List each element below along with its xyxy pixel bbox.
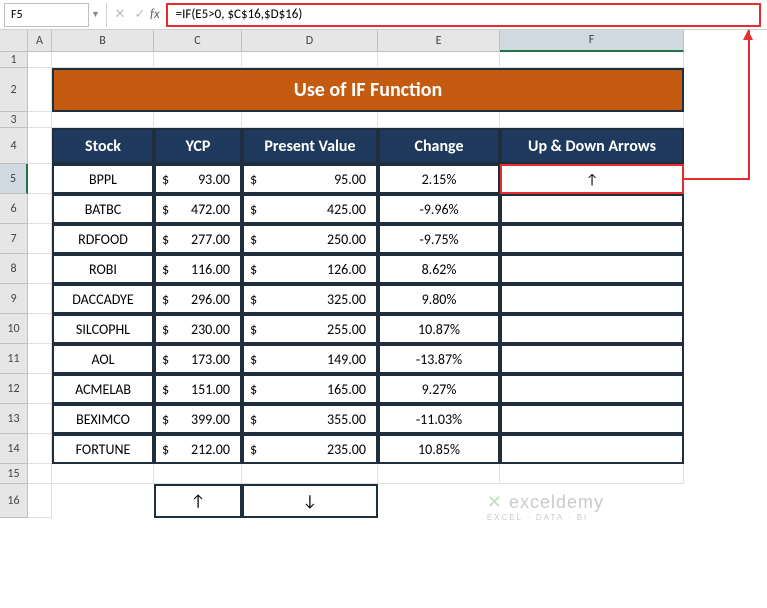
cell-stock[interactable]: FORTUNE bbox=[52, 434, 154, 464]
header-change[interactable]: Change bbox=[378, 128, 500, 164]
callout-arrowhead-icon bbox=[743, 30, 753, 40]
name-box-dropdown-icon[interactable]: ▼ bbox=[91, 9, 103, 20]
select-all-corner[interactable] bbox=[0, 30, 28, 52]
cell-ycp[interactable]: $277.00 bbox=[154, 224, 242, 254]
row-header-13[interactable]: 13 bbox=[0, 404, 28, 434]
cell-ycp[interactable]: $151.00 bbox=[154, 374, 242, 404]
cell-arrow[interactable] bbox=[500, 374, 684, 404]
up-arrow-ref-cell[interactable]: ↑ bbox=[154, 484, 242, 518]
cell-ycp[interactable]: $93.00 bbox=[154, 164, 242, 194]
col-header-B[interactable]: B bbox=[52, 30, 154, 52]
cell-present[interactable]: $325.00 bbox=[242, 284, 378, 314]
row-header-7[interactable]: 7 bbox=[0, 224, 28, 254]
cell-change[interactable]: -11.03% bbox=[378, 404, 500, 434]
cell-stock[interactable]: BPPL bbox=[52, 164, 154, 194]
cell-change[interactable]: 10.87% bbox=[378, 314, 500, 344]
row-header-10[interactable]: 10 bbox=[0, 314, 28, 344]
cell-arrow[interactable] bbox=[500, 434, 684, 464]
header-stock[interactable]: Stock bbox=[52, 128, 154, 164]
cell-ycp[interactable]: $116.00 bbox=[154, 254, 242, 284]
cell-present[interactable]: $355.00 bbox=[242, 404, 378, 434]
cell-present[interactable]: $235.00 bbox=[242, 434, 378, 464]
title-cell[interactable]: Use of IF Function bbox=[52, 68, 684, 112]
cell-arrow[interactable] bbox=[500, 194, 684, 224]
divider bbox=[106, 3, 107, 27]
row-header-4[interactable]: 4 bbox=[0, 128, 28, 164]
formula-bar: F5 ▼ ✕ ✓ fx =IF(E5>0, $C$16,$D$16) bbox=[0, 0, 767, 30]
cell-present[interactable]: $255.00 bbox=[242, 314, 378, 344]
col-header-D[interactable]: D bbox=[242, 30, 378, 52]
cell-present[interactable]: $250.00 bbox=[242, 224, 378, 254]
cell-stock[interactable]: AOL bbox=[52, 344, 154, 374]
col-header-E[interactable]: E bbox=[378, 30, 500, 52]
cell-arrow[interactable] bbox=[500, 254, 684, 284]
cell-ycp[interactable]: $173.00 bbox=[154, 344, 242, 374]
cell-arrow[interactable] bbox=[500, 404, 684, 434]
cell-ycp[interactable]: $230.00 bbox=[154, 314, 242, 344]
header-arrows[interactable]: Up & Down Arrows bbox=[500, 128, 684, 164]
cell-present[interactable]: $425.00 bbox=[242, 194, 378, 224]
cell-change[interactable]: -9.75% bbox=[378, 224, 500, 254]
cell-change[interactable]: 8.62% bbox=[378, 254, 500, 284]
name-box[interactable]: F5 bbox=[4, 3, 89, 27]
cell-change[interactable]: 9.27% bbox=[378, 374, 500, 404]
cell-stock[interactable]: BATBC bbox=[52, 194, 154, 224]
row-header-9[interactable]: 9 bbox=[0, 284, 28, 314]
callout-arrow bbox=[748, 30, 750, 178]
cell-present[interactable]: $165.00 bbox=[242, 374, 378, 404]
callout-arrow bbox=[684, 178, 750, 180]
row-header-11[interactable]: 11 bbox=[0, 344, 28, 374]
cell-arrow[interactable] bbox=[500, 314, 684, 344]
row-header-16[interactable]: 16 bbox=[0, 484, 28, 518]
row-header-3[interactable]: 3 bbox=[0, 112, 28, 128]
row-header-2[interactable]: 2 bbox=[0, 68, 28, 112]
cell-stock[interactable]: ROBI bbox=[52, 254, 154, 284]
col-header-A[interactable]: A bbox=[28, 30, 52, 52]
cell-stock[interactable]: DACCADYE bbox=[52, 284, 154, 314]
formula-input[interactable]: =IF(E5>0, $C$16,$D$16) bbox=[166, 3, 761, 27]
enter-icon[interactable]: ✓ bbox=[130, 4, 150, 26]
row-header-8[interactable]: 8 bbox=[0, 254, 28, 284]
col-header-F[interactable]: F bbox=[500, 30, 684, 52]
cells-grid[interactable]: Use of IF Function Stock YCP Present Val… bbox=[28, 52, 684, 608]
cell-arrow[interactable] bbox=[500, 284, 684, 314]
row-header-5[interactable]: 5 bbox=[0, 164, 28, 194]
row-header-14[interactable]: 14 bbox=[0, 434, 28, 464]
cell-ycp[interactable]: $296.00 bbox=[154, 284, 242, 314]
cell-present[interactable]: $95.00 bbox=[242, 164, 378, 194]
cell-stock[interactable]: ACMELAB bbox=[52, 374, 154, 404]
cell-arrow[interactable]: ↑ bbox=[500, 164, 684, 194]
row-headers: 1 2 3 4 5 6 7 8 9 10 11 12 13 14 15 16 bbox=[0, 52, 28, 608]
cell-present[interactable]: $126.00 bbox=[242, 254, 378, 284]
row-header-6[interactable]: 6 bbox=[0, 194, 28, 224]
cancel-icon[interactable]: ✕ bbox=[110, 4, 130, 26]
cell-change[interactable]: -9.96% bbox=[378, 194, 500, 224]
row-header-12[interactable]: 12 bbox=[0, 374, 28, 404]
cell-present[interactable]: $149.00 bbox=[242, 344, 378, 374]
cell-stock[interactable]: RDFOOD bbox=[52, 224, 154, 254]
down-arrow-ref-cell[interactable]: ↓ bbox=[242, 484, 378, 518]
cell-arrow[interactable] bbox=[500, 224, 684, 254]
row-header-15[interactable]: 15 bbox=[0, 464, 28, 484]
cell-change[interactable]: -13.87% bbox=[378, 344, 500, 374]
cell-stock[interactable]: BEXIMCO bbox=[52, 404, 154, 434]
header-present[interactable]: Present Value bbox=[242, 128, 378, 164]
cell-stock[interactable]: SILCOPHL bbox=[52, 314, 154, 344]
cell-change[interactable]: 2.15% bbox=[378, 164, 500, 194]
cell-change[interactable]: 10.85% bbox=[378, 434, 500, 464]
watermark: ✕ exceldemy EXCEL · DATA · BI bbox=[487, 492, 604, 522]
row-header-1[interactable]: 1 bbox=[0, 52, 28, 68]
col-header-C[interactable]: C bbox=[154, 30, 242, 52]
cell-ycp[interactable]: $472.00 bbox=[154, 194, 242, 224]
cell-change[interactable]: 9.80% bbox=[378, 284, 500, 314]
cell-ycp[interactable]: $212.00 bbox=[154, 434, 242, 464]
header-ycp[interactable]: YCP bbox=[154, 128, 242, 164]
fx-icon[interactable]: fx bbox=[150, 7, 160, 22]
column-headers: A B C D E F bbox=[28, 30, 684, 52]
cell-arrow[interactable] bbox=[500, 344, 684, 374]
cell-ycp[interactable]: $399.00 bbox=[154, 404, 242, 434]
